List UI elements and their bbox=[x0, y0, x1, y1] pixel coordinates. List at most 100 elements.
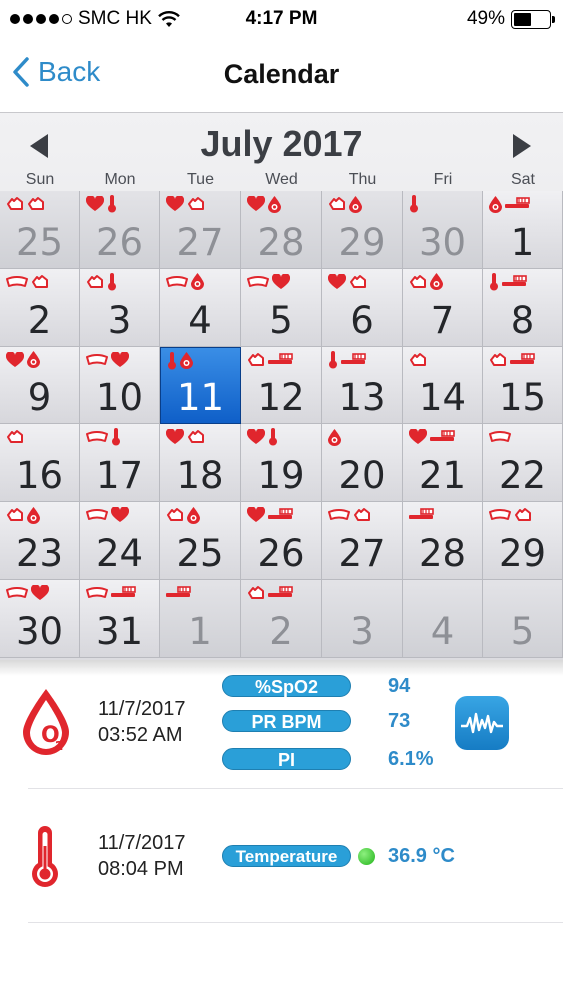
next-month-arrow-icon[interactable] bbox=[511, 133, 533, 159]
calendar-day[interactable]: 25 bbox=[160, 502, 241, 580]
toothbrush-icon bbox=[268, 508, 294, 522]
day-number: 6 bbox=[350, 298, 374, 342]
day-number: 16 bbox=[15, 454, 64, 498]
day-number: 10 bbox=[95, 376, 144, 420]
blood-drop-icon bbox=[430, 273, 443, 291]
toothbrush-icon bbox=[409, 508, 435, 522]
heart-icon bbox=[31, 584, 49, 601]
pulse-waveform-button[interactable] bbox=[455, 696, 509, 750]
temperature-value: 36.9 °C bbox=[388, 845, 455, 867]
calendar-day-selected[interactable]: 11 bbox=[160, 346, 241, 425]
day-record-icons bbox=[328, 505, 371, 525]
calendar-day[interactable]: 24 bbox=[80, 502, 160, 580]
blood-pressure-cuff-icon bbox=[166, 275, 188, 288]
calendar-day[interactable]: 26 bbox=[80, 191, 160, 269]
day-record-icons bbox=[86, 272, 117, 292]
blood-drop-icon bbox=[268, 195, 281, 213]
calendar-day[interactable]: 31 bbox=[80, 579, 160, 658]
calendar-day[interactable]: 12 bbox=[241, 346, 322, 425]
day-record-icons bbox=[86, 583, 137, 603]
calendar-day[interactable]: 25 bbox=[0, 191, 80, 269]
hand-icon bbox=[6, 429, 24, 445]
calendar-day[interactable]: 29 bbox=[483, 502, 563, 580]
calendar-day[interactable]: 9 bbox=[0, 346, 80, 425]
blood-pressure-cuff-icon bbox=[6, 275, 28, 288]
calendar-day[interactable]: 3 bbox=[80, 268, 160, 347]
record-date: 11/7/2017 bbox=[98, 832, 186, 854]
thermometer-icon bbox=[107, 272, 117, 291]
calendar-day[interactable]: 19 bbox=[241, 424, 322, 503]
calendar-day[interactable]: 3 bbox=[322, 579, 403, 658]
toothbrush-icon bbox=[341, 352, 367, 367]
calendar-day[interactable]: 27 bbox=[322, 502, 403, 580]
heart-icon bbox=[409, 429, 427, 445]
calendar-day[interactable]: 26 bbox=[241, 502, 322, 580]
calendar-day[interactable]: 30 bbox=[0, 579, 80, 658]
calendar-day[interactable]: 2 bbox=[241, 579, 322, 658]
calendar-grid: 25 26 27 28 29 30 1 2 3 4 5 6 7 8 9 10 11 12 13 14 15 16 17 18 1… bbox=[0, 191, 563, 658]
calendar-day[interactable]: 27 bbox=[160, 191, 241, 269]
calendar-day[interactable]: 21 bbox=[403, 424, 483, 503]
day-number: 18 bbox=[176, 454, 224, 498]
toothbrush-icon bbox=[510, 352, 536, 367]
battery-icon bbox=[511, 9, 555, 29]
blood-pressure-cuff-icon bbox=[328, 509, 350, 521]
status-indicator-dot bbox=[358, 848, 375, 865]
calendar-day[interactable]: 1 bbox=[160, 579, 241, 658]
toothbrush-icon bbox=[505, 197, 531, 211]
blood-pressure-cuff-icon bbox=[86, 586, 108, 599]
calendar-day[interactable]: 23 bbox=[0, 502, 80, 580]
blood-drop-icon bbox=[27, 506, 40, 524]
hand-icon bbox=[166, 507, 184, 523]
blood-drop-icon bbox=[27, 351, 40, 369]
hand-icon bbox=[187, 196, 205, 212]
calendar-day[interactable]: 1 bbox=[483, 191, 563, 269]
calendar-day[interactable]: 5 bbox=[483, 579, 563, 658]
blood-pressure-cuff-icon bbox=[86, 509, 108, 521]
heart-icon bbox=[86, 196, 104, 212]
calendar-day[interactable]: 7 bbox=[403, 268, 483, 347]
record-time: 03:52 AM bbox=[98, 724, 183, 746]
calendar-day[interactable]: 16 bbox=[0, 424, 80, 503]
calendar-day[interactable]: 2 bbox=[0, 268, 80, 347]
calendar-day[interactable]: 14 bbox=[403, 346, 483, 425]
calendar-day[interactable]: 17 bbox=[80, 424, 160, 503]
heart-icon bbox=[166, 429, 184, 445]
calendar-day[interactable]: 4 bbox=[403, 579, 483, 658]
day-record-icons bbox=[166, 272, 204, 292]
day-record-icons bbox=[6, 583, 49, 603]
day-number: 2 bbox=[27, 298, 52, 342]
day-number: 30 bbox=[15, 609, 64, 653]
day-record-icons bbox=[328, 350, 367, 370]
calendar-day[interactable]: 28 bbox=[403, 502, 483, 580]
day-record-icons bbox=[247, 427, 278, 447]
pr-bpm-value: 73 bbox=[388, 710, 411, 732]
calendar-day[interactable]: 15 bbox=[483, 346, 563, 425]
spo2-record-row[interactable]: O 2 11/7/2017 03:52 AM %SpO2 94 PR BPM 7… bbox=[0, 672, 563, 790]
day-record-icons bbox=[166, 427, 205, 447]
weekday-label: Thu bbox=[348, 171, 377, 188]
day-number: 17 bbox=[95, 454, 144, 498]
calendar-day[interactable]: 8 bbox=[483, 268, 563, 347]
thermometer-icon bbox=[111, 428, 121, 446]
day-number: 29 bbox=[498, 531, 547, 575]
pulse-wave-icon bbox=[461, 712, 503, 734]
calendar-day[interactable]: 22 bbox=[483, 424, 563, 503]
day-number: 29 bbox=[338, 220, 386, 264]
day-record-icons bbox=[6, 427, 24, 447]
day-number: 4 bbox=[430, 609, 455, 653]
calendar-day[interactable]: 6 bbox=[322, 268, 403, 347]
calendar-day[interactable]: 18 bbox=[160, 424, 241, 503]
calendar-day[interactable]: 4 bbox=[160, 268, 241, 347]
calendar-day[interactable]: 28 bbox=[241, 191, 322, 269]
temperature-record-row[interactable]: 11/7/2017 08:04 PM Temperature 36.9 °C bbox=[0, 808, 563, 918]
day-number: 28 bbox=[257, 220, 305, 264]
day-record-icons bbox=[489, 350, 536, 370]
calendar-day[interactable]: 10 bbox=[80, 346, 160, 425]
calendar-day[interactable]: 5 bbox=[241, 268, 322, 347]
calendar-day[interactable]: 30 bbox=[403, 191, 483, 269]
calendar-day[interactable]: 29 bbox=[322, 191, 403, 269]
calendar-day[interactable]: 13 bbox=[322, 346, 403, 425]
calendar-day[interactable]: 20 bbox=[322, 424, 403, 503]
navigation-bar: Back Calendar bbox=[0, 40, 563, 112]
